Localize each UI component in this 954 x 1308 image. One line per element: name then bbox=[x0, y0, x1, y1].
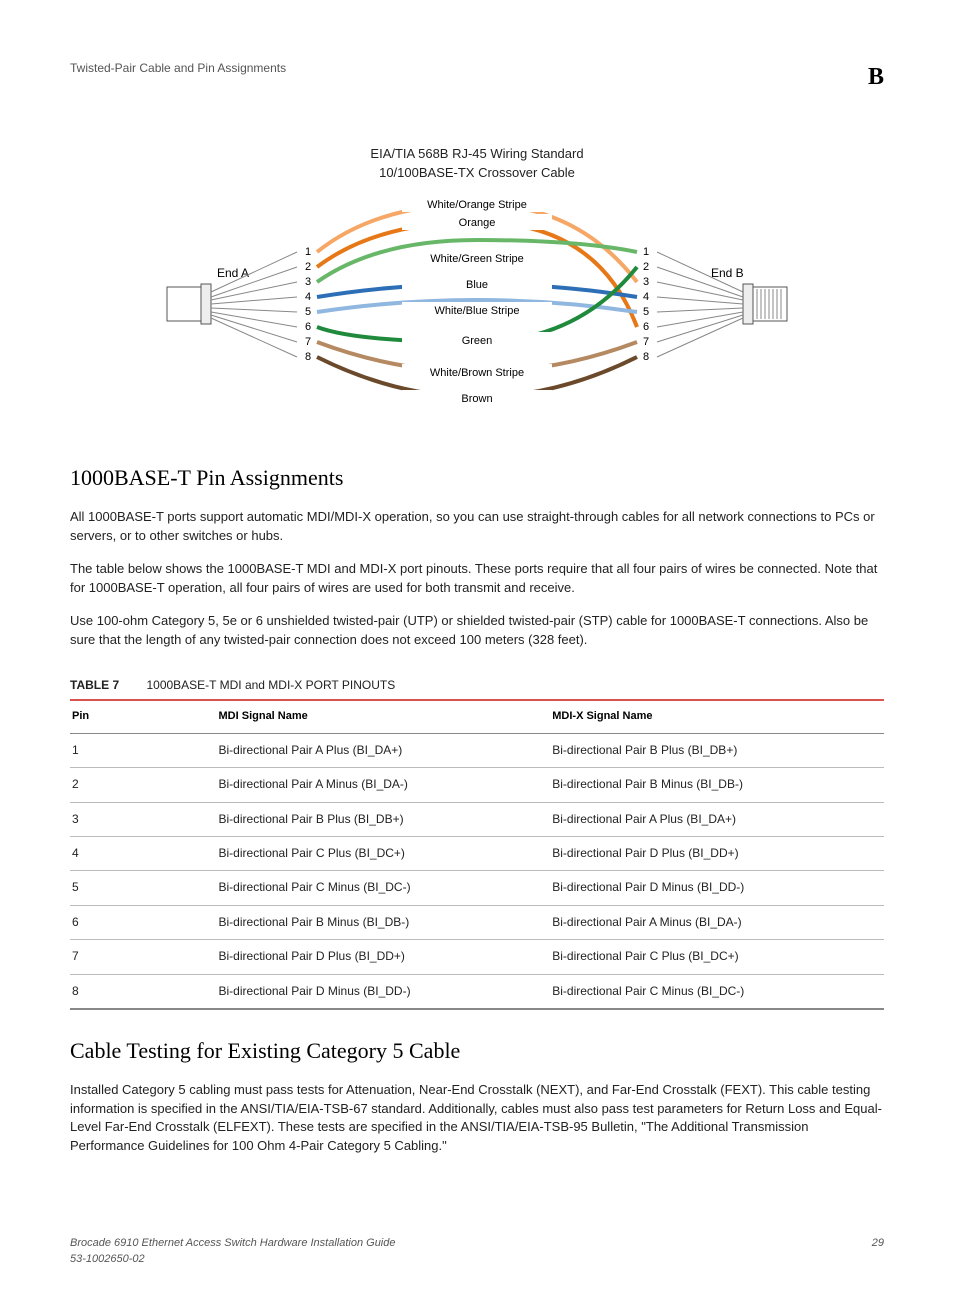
table-label: TABLE 7 bbox=[70, 678, 119, 692]
pin-numbers-left: 1 2 3 4 5 6 7 8 bbox=[305, 246, 311, 363]
table-row: 7Bi-directional Pair D Plus (BI_DD+)Bi-d… bbox=[70, 940, 884, 974]
table-cell: 1 bbox=[70, 733, 217, 767]
svg-text:3: 3 bbox=[643, 276, 649, 288]
svg-text:6: 6 bbox=[305, 321, 311, 333]
section2-para1: Installed Category 5 cabling must pass t… bbox=[70, 1081, 884, 1156]
table-header-row: Pin MDI Signal Name MDI-X Signal Name bbox=[70, 700, 884, 733]
th-mdi: MDI Signal Name bbox=[217, 700, 551, 733]
table-cell: Bi-directional Pair B Plus (BI_DB+) bbox=[217, 802, 551, 836]
table-row: 5Bi-directional Pair C Minus (BI_DC-)Bi-… bbox=[70, 871, 884, 905]
table-row: 6Bi-directional Pair B Minus (BI_DB-)Bi-… bbox=[70, 905, 884, 939]
section1-para1: All 1000BASE-T ports support automatic M… bbox=[70, 508, 884, 546]
svg-text:Brown: Brown bbox=[461, 393, 492, 405]
table-cell: Bi-directional Pair B Plus (BI_DB+) bbox=[550, 733, 884, 767]
footer-doc-number: 53-1002650-02 bbox=[70, 1253, 145, 1265]
page-header: Twisted-Pair Cable and Pin Assignments B bbox=[70, 60, 884, 95]
section-heading-cable-testing: Cable Testing for Existing Category 5 Ca… bbox=[70, 1035, 884, 1067]
svg-text:1: 1 bbox=[643, 246, 649, 258]
table-title: 1000BASE-T MDI and MDI-X PORT PINOUTS bbox=[146, 678, 395, 692]
table-caption: TABLE 7 1000BASE-T MDI and MDI-X PORT PI… bbox=[70, 677, 884, 694]
end-b-label: End B bbox=[711, 266, 744, 280]
table-cell: Bi-directional Pair A Minus (BI_DA-) bbox=[550, 905, 884, 939]
table-row: 2Bi-directional Pair A Minus (BI_DA-)Bi-… bbox=[70, 768, 884, 802]
pin-numbers-right: 1 2 3 4 5 6 7 8 bbox=[643, 246, 649, 363]
table-cell: 7 bbox=[70, 940, 217, 974]
table-cell: Bi-directional Pair B Minus (BI_DB-) bbox=[550, 768, 884, 802]
table-cell: Bi-directional Pair C Plus (BI_DC+) bbox=[550, 940, 884, 974]
svg-text:5: 5 bbox=[643, 306, 649, 318]
rj45-connector-a-icon bbox=[167, 284, 211, 324]
section1-para2: The table below shows the 1000BASE-T MDI… bbox=[70, 560, 884, 598]
crossover-cable-diagram: End A End B 1 2 3 4 5 6 7 8 1 bbox=[157, 192, 797, 432]
table-cell: Bi-directional Pair B Minus (BI_DB-) bbox=[217, 905, 551, 939]
table-cell: 3 bbox=[70, 802, 217, 836]
svg-text:Green: Green bbox=[462, 335, 493, 347]
svg-text:4: 4 bbox=[305, 291, 311, 303]
svg-text:8: 8 bbox=[305, 351, 311, 363]
table-cell: Bi-directional Pair D Plus (BI_DD+) bbox=[217, 940, 551, 974]
page-footer: Brocade 6910 Ethernet Access Switch Hard… bbox=[70, 1236, 884, 1268]
svg-text:White/Orange Stripe: White/Orange Stripe bbox=[427, 199, 527, 211]
table-cell: Bi-directional Pair C Minus (BI_DC-) bbox=[217, 871, 551, 905]
footer-left: Brocade 6910 Ethernet Access Switch Hard… bbox=[70, 1236, 396, 1268]
svg-text:White/Green Stripe: White/Green Stripe bbox=[430, 253, 524, 265]
svg-text:5: 5 bbox=[305, 306, 311, 318]
section1-para3: Use 100-ohm Category 5, 5e or 6 unshield… bbox=[70, 612, 884, 650]
svg-text:White/Blue Stripe: White/Blue Stripe bbox=[435, 305, 520, 317]
svg-text:White/Brown Stripe: White/Brown Stripe bbox=[430, 367, 524, 379]
svg-text:2: 2 bbox=[305, 261, 311, 273]
pinout-table: Pin MDI Signal Name MDI-X Signal Name 1B… bbox=[70, 699, 884, 1010]
svg-text:2: 2 bbox=[643, 261, 649, 273]
table-cell: Bi-directional Pair A Minus (BI_DA-) bbox=[217, 768, 551, 802]
table-cell: 2 bbox=[70, 768, 217, 802]
table-row: 4Bi-directional Pair C Plus (BI_DC+)Bi-d… bbox=[70, 836, 884, 870]
table-cell: 4 bbox=[70, 836, 217, 870]
table-cell: Bi-directional Pair D Minus (BI_DD-) bbox=[550, 871, 884, 905]
svg-text:1: 1 bbox=[305, 246, 311, 258]
end-a-label: End A bbox=[217, 266, 249, 280]
table-cell: Bi-directional Pair A Plus (BI_DA+) bbox=[217, 733, 551, 767]
svg-text:7: 7 bbox=[305, 336, 311, 348]
table-cell: Bi-directional Pair C Minus (BI_DC-) bbox=[550, 974, 884, 1009]
svg-text:Blue: Blue bbox=[466, 279, 488, 291]
table-cell: 6 bbox=[70, 905, 217, 939]
svg-text:3: 3 bbox=[305, 276, 311, 288]
diagram-caption: EIA/TIA 568B RJ-45 Wiring Standard 10/10… bbox=[70, 145, 884, 183]
section-heading-1000base-t: 1000BASE-T Pin Assignments bbox=[70, 462, 884, 494]
header-appendix-letter: B bbox=[868, 60, 884, 95]
footer-page-number: 29 bbox=[872, 1236, 884, 1268]
table-cell: Bi-directional Pair C Plus (BI_DC+) bbox=[217, 836, 551, 870]
svg-text:4: 4 bbox=[643, 291, 649, 303]
diagram-caption-line2: 10/100BASE-TX Crossover Cable bbox=[379, 165, 575, 180]
table-cell: Bi-directional Pair A Plus (BI_DA+) bbox=[550, 802, 884, 836]
table-cell: Bi-directional Pair D Minus (BI_DD-) bbox=[217, 974, 551, 1009]
table-cell: Bi-directional Pair D Plus (BI_DD+) bbox=[550, 836, 884, 870]
svg-text:7: 7 bbox=[643, 336, 649, 348]
svg-text:8: 8 bbox=[643, 351, 649, 363]
diagram-caption-line1: EIA/TIA 568B RJ-45 Wiring Standard bbox=[370, 146, 583, 161]
th-mdix: MDI-X Signal Name bbox=[550, 700, 884, 733]
table-cell: 8 bbox=[70, 974, 217, 1009]
table-row: 3Bi-directional Pair B Plus (BI_DB+)Bi-d… bbox=[70, 802, 884, 836]
footer-doc-title: Brocade 6910 Ethernet Access Switch Hard… bbox=[70, 1237, 396, 1249]
table-row: 8Bi-directional Pair D Minus (BI_DD-)Bi-… bbox=[70, 974, 884, 1009]
table-row: 1Bi-directional Pair A Plus (BI_DA+)Bi-d… bbox=[70, 733, 884, 767]
rj45-connector-b-icon bbox=[743, 284, 787, 324]
header-section-title: Twisted-Pair Cable and Pin Assignments bbox=[70, 60, 286, 77]
th-pin: Pin bbox=[70, 700, 217, 733]
svg-text:Orange: Orange bbox=[459, 217, 496, 229]
table-cell: 5 bbox=[70, 871, 217, 905]
svg-text:6: 6 bbox=[643, 321, 649, 333]
